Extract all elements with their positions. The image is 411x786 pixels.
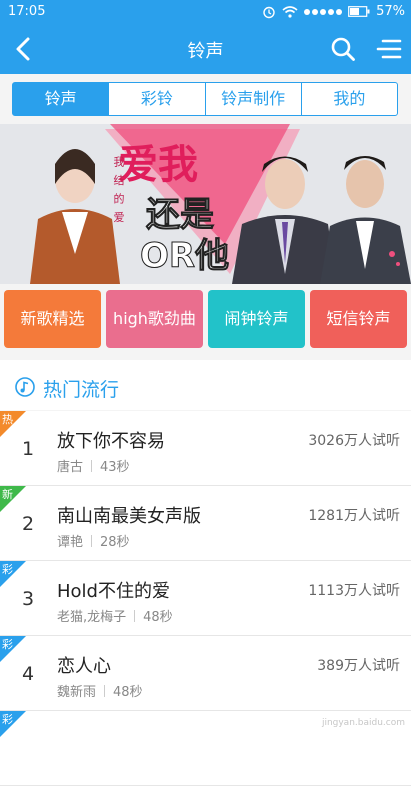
badge-text: 彩: [2, 638, 13, 651]
section-title: 热门流行: [43, 379, 120, 401]
tab-color-ring[interactable]: 彩铃: [108, 83, 204, 115]
badge-text: 彩: [2, 563, 13, 576]
banner-headline-1: 爱我: [118, 141, 198, 188]
song-meta: 老猫,龙梅子 48秒: [57, 606, 173, 625]
duration: 28秒: [100, 535, 130, 550]
duration: 48秒: [143, 610, 173, 625]
song-title: 放下你不容易: [57, 431, 165, 452]
song-meta: 唐古 43秒: [57, 456, 130, 475]
alarm-icon: [263, 6, 275, 18]
song-title: 南山南最美女声版: [57, 506, 201, 527]
play-count: 389万人试听: [317, 658, 400, 674]
badge-text: 热: [2, 413, 13, 426]
artist-name: 唐古: [57, 460, 84, 475]
rank-number: 2: [21, 513, 35, 535]
category-new-songs[interactable]: 新歌精选: [4, 290, 101, 348]
artist-name: 谭艳: [57, 535, 84, 550]
list-item[interactable]: 新 2 南山南最美女声版 谭艳 28秒 1281万人试听: [0, 486, 411, 561]
watermark: jingyan.baidu.com: [321, 718, 405, 728]
song-title: 恋人心: [57, 656, 111, 677]
rank-number: 4: [21, 663, 35, 685]
tab-bar: 铃声 彩铃 铃声制作 我的: [12, 82, 398, 116]
search-icon[interactable]: [330, 36, 356, 62]
divider: [134, 609, 136, 622]
list-item[interactable]: 热 1 放下你不容易 唐古 43秒 3026万人试听: [0, 411, 411, 486]
category-alarm-tones[interactable]: 闹钟铃声: [208, 290, 305, 348]
category-sms-tones[interactable]: 短信铃声: [310, 290, 407, 348]
category-buttons: 新歌精选 high歌劲曲 闹钟铃声 短信铃声: [4, 290, 407, 348]
rank-number: 1: [21, 438, 35, 460]
tab-ringtone-maker[interactable]: 铃声制作: [204, 83, 301, 115]
divider: [91, 459, 93, 472]
duration: 48秒: [113, 685, 143, 700]
song-meta: 魏新雨 48秒: [57, 681, 143, 700]
duration: 43秒: [100, 460, 130, 475]
divider: [91, 534, 93, 547]
menu-icon[interactable]: [376, 38, 402, 60]
battery-icon: [348, 6, 370, 17]
wifi-icon: [282, 5, 298, 18]
song-meta: 谭艳 28秒: [57, 531, 130, 550]
music-note-icon: [15, 377, 35, 397]
badge-text: 新: [2, 488, 13, 501]
play-count: 3026万人试听: [308, 433, 400, 449]
promo-banner[interactable]: 爱我 我 结 的 爱 还是 OR他: [0, 124, 411, 284]
tab-mine[interactable]: 我的: [300, 83, 397, 115]
tab-ringtone[interactable]: 铃声: [13, 83, 109, 115]
song-title: Hold不住的爱: [57, 581, 170, 602]
section-header: 热门流行: [0, 360, 411, 410]
artist-name: 魏新雨: [57, 685, 97, 700]
status-time: 17:05: [8, 4, 46, 19]
title-bar: 铃声: [0, 24, 411, 74]
category-high-songs[interactable]: high歌劲曲: [106, 290, 203, 348]
play-count: 1281万人试听: [308, 508, 400, 524]
status-icons: 57%: [262, 4, 405, 19]
artist-name: 老猫,龙梅子: [57, 610, 127, 625]
rank-number: 3: [21, 588, 35, 610]
signal-icon: [304, 8, 343, 15]
play-count: 1113万人试听: [308, 583, 400, 599]
status-bar: 17:05 57%: [0, 0, 411, 24]
battery-percent: 57%: [376, 4, 405, 19]
divider: [104, 684, 106, 697]
banner-tagline: 我 结 的 爱: [112, 156, 125, 225]
banner-headline-3: OR他: [139, 236, 230, 277]
list-item[interactable]: 彩 4 恋人心 魏新雨 48秒 389万人试听: [0, 636, 411, 711]
list-item[interactable]: 彩 3 Hold不住的爱 老猫,龙梅子 48秒 1113万人试听: [0, 561, 411, 636]
badge-text: 彩: [2, 713, 13, 726]
